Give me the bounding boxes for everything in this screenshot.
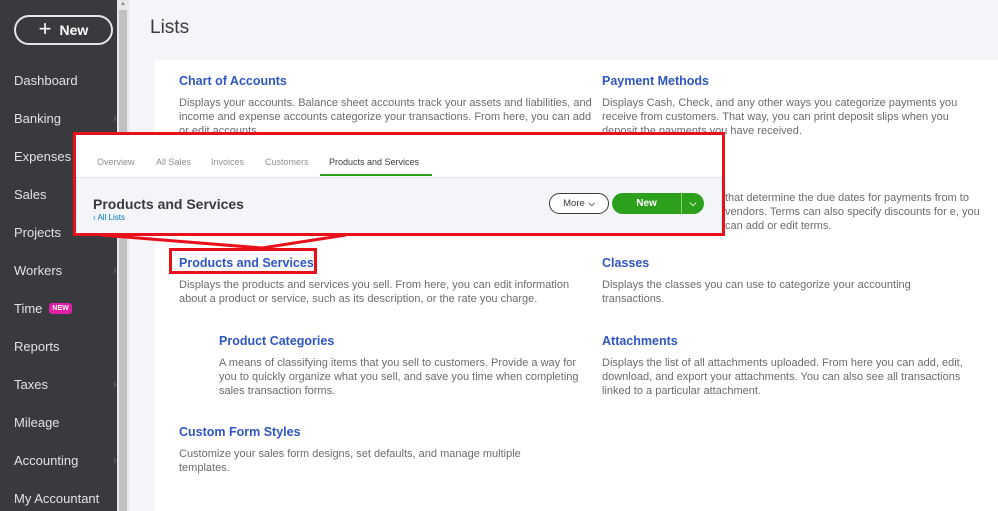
page-title: Lists — [150, 17, 190, 38]
list-item-custom-form-styles: Custom Form Styles Customize your sales … — [179, 423, 554, 475]
sidebar-item-my-accountant[interactable]: My Accountant — [14, 487, 114, 509]
sidebar-item-taxes[interactable]: Taxes › — [14, 373, 117, 395]
payment-methods-link[interactable]: Payment Methods — [602, 74, 709, 88]
new-dropdown-button[interactable]: ⌵ — [681, 193, 704, 214]
new-label: New — [636, 198, 657, 209]
nav-label: Time — [14, 300, 43, 316]
list-item-attachments: Attachments Displays the list of all att… — [602, 332, 987, 398]
tab-all-sales[interactable]: All Sales — [156, 157, 191, 167]
classes-desc: Displays the classes you can use to cate… — [602, 279, 911, 305]
tab-invoices[interactable]: Invoices — [211, 157, 244, 167]
all-lists-link[interactable]: ‹ All Lists — [93, 213, 125, 222]
list-item-product-categories: Product Categories A means of classifyin… — [219, 332, 594, 398]
nav-label: Expenses — [14, 148, 72, 164]
chevron-down-icon: ⌵ — [588, 198, 595, 208]
terms-desc: that determine the due dates for payment… — [725, 192, 980, 232]
list-item-payment-methods: Payment Methods Displays Cash, Check, an… — [602, 72, 987, 138]
lists-card: Chart of Accounts Displays your accounts… — [155, 60, 998, 511]
nav-label: My Accountant — [14, 490, 100, 506]
list-item-chart-of-accounts: Chart of Accounts Displays your accounts… — [179, 72, 594, 138]
product-categories-link[interactable]: Product Categories — [219, 334, 334, 348]
new-split-button: New ⌵ — [612, 193, 704, 214]
nav-label: Banking — [14, 110, 61, 126]
active-tab-indicator — [320, 174, 432, 176]
more-label: More — [563, 198, 585, 209]
sidebar-item-workers[interactable]: Workers › — [14, 259, 117, 281]
nav-label: Workers — [14, 262, 63, 278]
plus-icon: + — [38, 16, 52, 41]
nav-label: Reports — [14, 338, 60, 354]
list-item-classes: Classes Displays the classes you can use… — [602, 254, 942, 306]
custom-form-styles-desc: Customize your sales form designs, set d… — [179, 448, 521, 474]
classes-link[interactable]: Classes — [602, 256, 649, 270]
tab-bar: Overview All Sales Invoices Customers Pr… — [76, 135, 722, 177]
nav-label: Taxes — [14, 376, 48, 392]
nav-label: Accounting — [14, 452, 79, 468]
list-item-terms: that determine the due dates for payment… — [725, 185, 985, 233]
sidebar-item-accounting[interactable]: Accounting › — [14, 449, 117, 471]
sidebar-scrollbar-thumb[interactable] — [119, 10, 127, 511]
scroll-up-arrow-icon[interactable]: ▲ — [119, 0, 127, 9]
callout-title: Products and Services — [93, 196, 244, 212]
sidebar-item-dashboard[interactable]: Dashboard — [14, 69, 114, 91]
sidebar: + New Dashboard Banking› Expenses› Sales… — [0, 0, 117, 511]
new-button-label: New — [59, 22, 89, 38]
all-lists-label: All Lists — [97, 213, 126, 222]
sidebar-item-banking[interactable]: Banking › — [14, 107, 117, 129]
products-services-highlight — [169, 248, 317, 274]
nav-label: Dashboard — [14, 72, 78, 88]
attachments-desc: Displays the list of all attachments upl… — [602, 357, 963, 397]
callout-header: Products and Services ‹ All Lists More ⌵… — [76, 177, 722, 233]
nav-label: Sales — [14, 186, 47, 202]
nav-label: Mileage — [14, 414, 60, 430]
tab-overview[interactable]: Overview — [97, 157, 135, 167]
sidebar-item-mileage[interactable]: Mileage — [14, 411, 114, 433]
products-services-desc: Displays the products and services you s… — [179, 279, 570, 305]
new-button[interactable]: + New — [14, 15, 113, 45]
new-badge: NEW — [49, 302, 72, 314]
custom-form-styles-link[interactable]: Custom Form Styles — [179, 425, 301, 439]
product-categories-desc: A means of classifying items that you se… — [219, 357, 579, 397]
sidebar-item-reports[interactable]: Reports — [14, 335, 114, 357]
callout-panel: Overview All Sales Invoices Customers Pr… — [73, 132, 725, 236]
sidebar-item-time[interactable]: Time NEW — [14, 297, 114, 319]
chevron-down-icon: ⌵ — [689, 198, 697, 208]
new-item-button[interactable]: New — [612, 193, 681, 214]
chart-of-accounts-link[interactable]: Chart of Accounts — [179, 74, 287, 88]
tab-products-and-services[interactable]: Products and Services — [329, 157, 419, 167]
more-button[interactable]: More ⌵ — [549, 193, 609, 214]
attachments-link[interactable]: Attachments — [602, 334, 678, 348]
tab-customers[interactable]: Customers — [265, 157, 309, 167]
nav-label: Projects — [14, 224, 61, 240]
